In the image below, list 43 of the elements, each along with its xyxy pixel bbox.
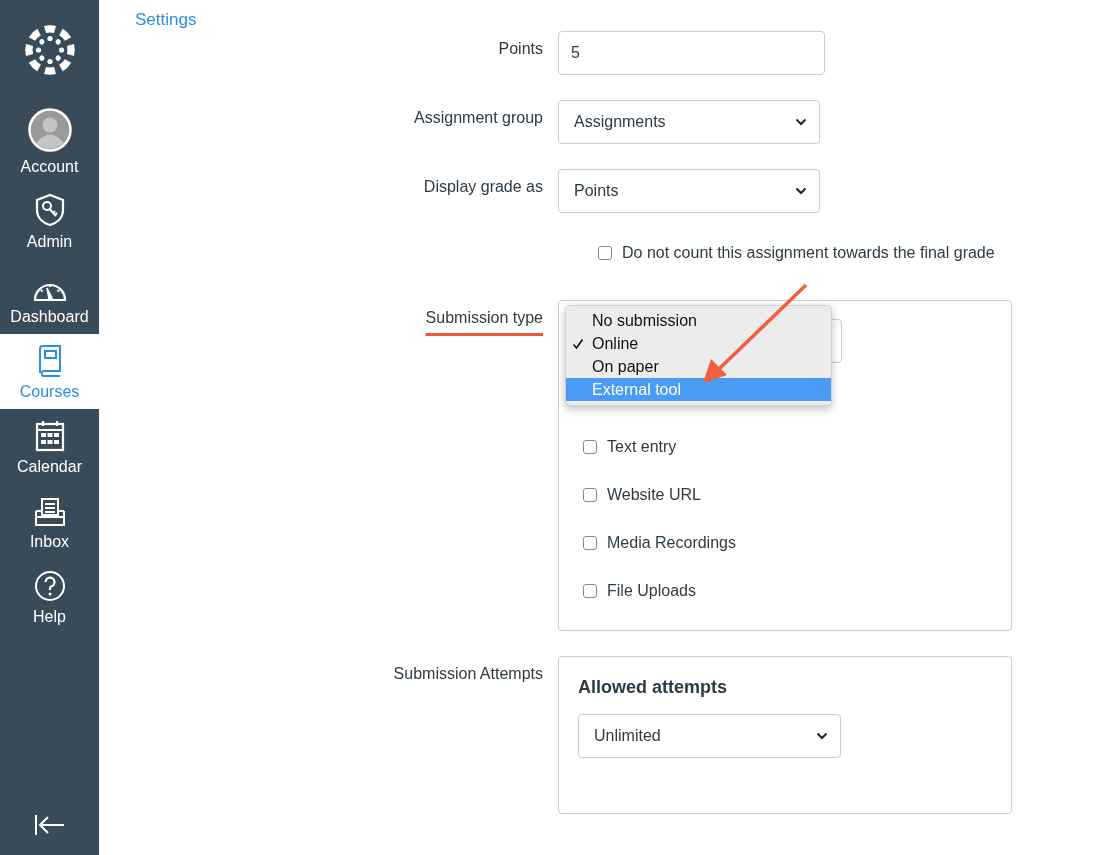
section-heading: Allowed attempts: [578, 677, 729, 698]
book-icon: [36, 345, 63, 377]
nav-item[interactable]: Admin: [0, 184, 99, 259]
shield-key-icon: [34, 193, 65, 227]
field-label: Points: [497, 39, 543, 58]
chevron-down-icon: [795, 118, 807, 126]
field-label: Assignment group: [413, 108, 543, 127]
chevron-down-icon: [816, 732, 828, 740]
nav-item[interactable]: Account: [0, 100, 99, 184]
checkbox-label: File Uploads: [607, 582, 696, 600]
menu-item[interactable]: No submission: [566, 309, 831, 332]
checkmark-icon: [572, 337, 584, 350]
checkbox[interactable]: [598, 246, 612, 260]
calendar-icon: [34, 420, 65, 452]
menu-item[interactable]: Online: [566, 332, 831, 355]
checkbox[interactable]: [583, 440, 597, 454]
checkbox-label: Media Recordings: [607, 534, 736, 552]
settings-link[interactable]: Settings: [135, 10, 197, 30]
points-field[interactable]: 5: [558, 31, 825, 75]
nav-item[interactable]: Inbox: [0, 484, 99, 559]
field-label: Submission Attempts: [392, 664, 543, 683]
checkbox[interactable]: [583, 584, 597, 598]
display-grade-select[interactable]: Points: [558, 169, 820, 213]
nav-item[interactable]: Courses: [0, 334, 99, 409]
chevron-down-icon: [795, 187, 807, 195]
field-label: Display grade as: [422, 177, 543, 196]
checkbox[interactable]: [583, 536, 597, 550]
avatar-icon: [27, 108, 72, 152]
checkbox-label: Text entry: [607, 438, 677, 456]
help-icon: [33, 570, 66, 602]
checkbox-label: Website URL: [607, 486, 701, 504]
inbox-icon: [33, 497, 66, 527]
attempts-select[interactable]: Unlimited: [578, 714, 841, 758]
menu-item[interactable]: On paper: [566, 355, 831, 378]
assignment-group-select[interactable]: Assignments: [558, 100, 820, 144]
nav-item[interactable]: Help: [0, 559, 99, 634]
checkbox-label: Do not count this assignment towards the final grade: [622, 244, 995, 262]
logo-icon[interactable]: [23, 24, 76, 76]
field-label: Submission type: [424, 308, 543, 327]
collapse-icon[interactable]: [33, 814, 66, 836]
nav-item[interactable]: Calendar: [0, 409, 99, 484]
nav-item[interactable]: Dashboard: [0, 259, 99, 334]
checkbox[interactable]: [583, 488, 597, 502]
